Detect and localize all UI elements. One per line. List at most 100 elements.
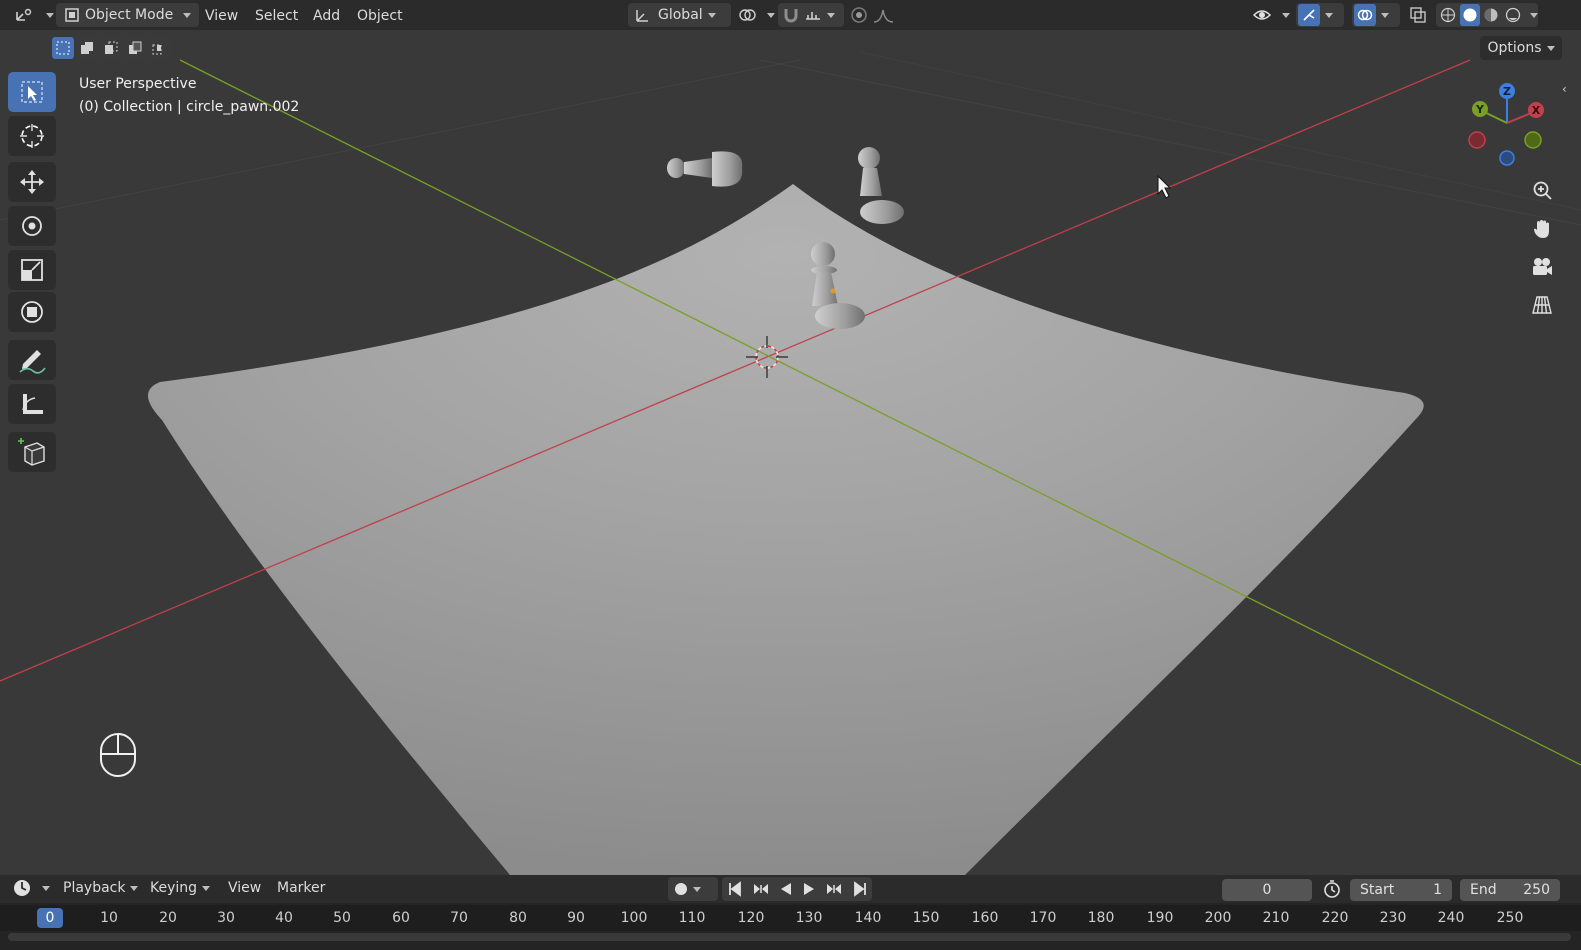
gizmo-x-label: X xyxy=(1532,104,1541,117)
end-frame-field[interactable]: End 250 xyxy=(1460,879,1560,901)
pawn-lying[interactable] xyxy=(667,151,743,187)
select-invert-icon[interactable] xyxy=(124,37,146,59)
select-intersect-icon[interactable] xyxy=(148,37,170,59)
material-shading-icon[interactable] xyxy=(1482,4,1502,26)
pivot-point-button[interactable] xyxy=(737,3,775,27)
timeline-editor-type-button[interactable] xyxy=(12,876,50,900)
playhead-frame-indicator[interactable]: 0 xyxy=(37,908,63,928)
current-frame-value: 0 xyxy=(1262,882,1272,898)
select-new-icon[interactable] xyxy=(52,37,74,59)
gizmo-neg-z-icon[interactable] xyxy=(1499,150,1515,166)
tool-scale[interactable] xyxy=(8,250,56,290)
menu-add[interactable]: Add xyxy=(313,5,340,27)
proportional-icon xyxy=(851,7,867,23)
menu-keying[interactable]: Keying xyxy=(150,877,211,899)
visibility-dropdown[interactable] xyxy=(1252,3,1290,27)
navigation-gizmo[interactable]: Z X Y xyxy=(1462,78,1552,168)
frame-ruler[interactable]: 0 10 20 30 40 50 60 70 80 90 100 110 120… xyxy=(0,905,1581,931)
ruler-tick: 50 xyxy=(333,910,351,926)
overlays-icon xyxy=(1354,4,1376,26)
ruler-tick: 140 xyxy=(854,910,882,926)
wireframe-shading-icon[interactable] xyxy=(1438,4,1458,26)
gizmo-neg-x-icon[interactable] xyxy=(1468,131,1486,149)
pan-button[interactable] xyxy=(1526,213,1558,245)
chevron-down-icon xyxy=(130,885,139,891)
ruler-tick: 240 xyxy=(1437,910,1465,926)
chevron-down-icon xyxy=(1282,12,1290,18)
menu-playback[interactable]: Playback xyxy=(63,877,139,899)
play-reverse-icon[interactable] xyxy=(779,881,793,897)
menu-timeline-view[interactable]: View xyxy=(228,877,261,899)
scene-canvas[interactable] xyxy=(0,30,1581,875)
start-frame-field[interactable]: Start 1 xyxy=(1350,879,1452,901)
perspective-toggle-button[interactable] xyxy=(1526,289,1558,321)
falloff-icon xyxy=(873,9,894,23)
sidebar-toggle-icon[interactable]: ‹ xyxy=(1562,82,1567,96)
jump-end-icon[interactable] xyxy=(852,881,868,897)
gizmo-toggle[interactable] xyxy=(1296,3,1344,27)
select-subtract-icon[interactable] xyxy=(100,37,122,59)
add-cube-icon xyxy=(18,438,45,466)
ruler-tick: 230 xyxy=(1379,910,1407,926)
solid-shading-icon[interactable] xyxy=(1459,4,1480,26)
prev-keyframe-icon[interactable] xyxy=(752,881,770,897)
menu-object[interactable]: Object xyxy=(357,5,403,27)
preview-range-toggle[interactable] xyxy=(1322,877,1342,901)
tool-transform[interactable] xyxy=(8,292,56,332)
snap-toggle[interactable] xyxy=(778,3,844,27)
ruler-tick: 90 xyxy=(567,910,585,926)
tool-move[interactable] xyxy=(8,162,56,202)
viewport-info: User Perspective (0) Collection | circle… xyxy=(79,73,299,119)
curved-surface-mesh[interactable] xyxy=(147,184,1424,875)
options-dropdown[interactable]: Options xyxy=(1480,36,1562,60)
gizmo-neg-y-icon[interactable] xyxy=(1524,131,1542,149)
menu-select[interactable]: Select xyxy=(255,5,298,27)
next-keyframe-icon[interactable] xyxy=(825,881,843,897)
tool-rotate[interactable] xyxy=(8,206,56,246)
tool-select-box[interactable] xyxy=(8,72,56,112)
zoom-button[interactable] xyxy=(1526,175,1558,207)
transform-orientation-dropdown[interactable]: Global xyxy=(628,3,731,27)
menu-marker[interactable]: Marker xyxy=(277,877,325,899)
jump-start-icon[interactable] xyxy=(727,881,743,897)
ruler-tick: 110 xyxy=(678,910,706,926)
camera-icon xyxy=(1533,258,1552,275)
tool-add-cube[interactable] xyxy=(8,432,56,472)
current-frame-field[interactable]: 0 xyxy=(1222,879,1312,901)
tool-measure[interactable] xyxy=(8,384,56,424)
pivot-icon xyxy=(739,9,756,21)
camera-view-button[interactable] xyxy=(1526,251,1558,283)
timeline-scrollbar[interactable] xyxy=(8,933,1571,941)
pawn-standing-back[interactable] xyxy=(858,147,904,224)
xray-toggle[interactable] xyxy=(1408,3,1428,27)
ruler-tick: 30 xyxy=(217,910,235,926)
ruler-tick: 190 xyxy=(1146,910,1174,926)
3d-viewport[interactable]: User Perspective (0) Collection | circle… xyxy=(0,30,1581,875)
collection-info: (0) Collection | circle_pawn.002 xyxy=(79,99,300,115)
mouse-hint-icon xyxy=(100,733,136,777)
editor-type-button[interactable] xyxy=(14,3,54,27)
options-label: Options xyxy=(1487,40,1542,56)
chevron-down-icon[interactable] xyxy=(1530,12,1538,18)
tool-annotate[interactable] xyxy=(8,340,56,380)
auto-keying-toggle[interactable] xyxy=(668,877,718,901)
rendered-shading-icon[interactable] xyxy=(1503,4,1523,26)
start-frame-label: Start xyxy=(1360,882,1395,898)
shading-modes xyxy=(1436,3,1538,27)
play-icon[interactable] xyxy=(802,881,816,897)
mode-dropdown[interactable]: Object Mode xyxy=(56,3,200,27)
select-extend-icon[interactable] xyxy=(76,37,98,59)
ruler-tick: 120 xyxy=(737,910,765,926)
proportional-editing-button[interactable] xyxy=(850,3,899,27)
ruler-tick: 250 xyxy=(1496,910,1524,926)
clock-icon xyxy=(14,880,30,896)
end-frame-value: 250 xyxy=(1523,882,1550,898)
ruler-tick: 80 xyxy=(509,910,527,926)
overlays-toggle[interactable] xyxy=(1352,3,1400,27)
transform-icon xyxy=(21,301,43,323)
tool-cursor[interactable] xyxy=(8,116,56,156)
ruler-tick: 130 xyxy=(795,910,823,926)
menu-view[interactable]: View xyxy=(205,5,238,27)
gizmo-y-label: Y xyxy=(1475,103,1485,116)
ruler-tick: 170 xyxy=(1029,910,1057,926)
